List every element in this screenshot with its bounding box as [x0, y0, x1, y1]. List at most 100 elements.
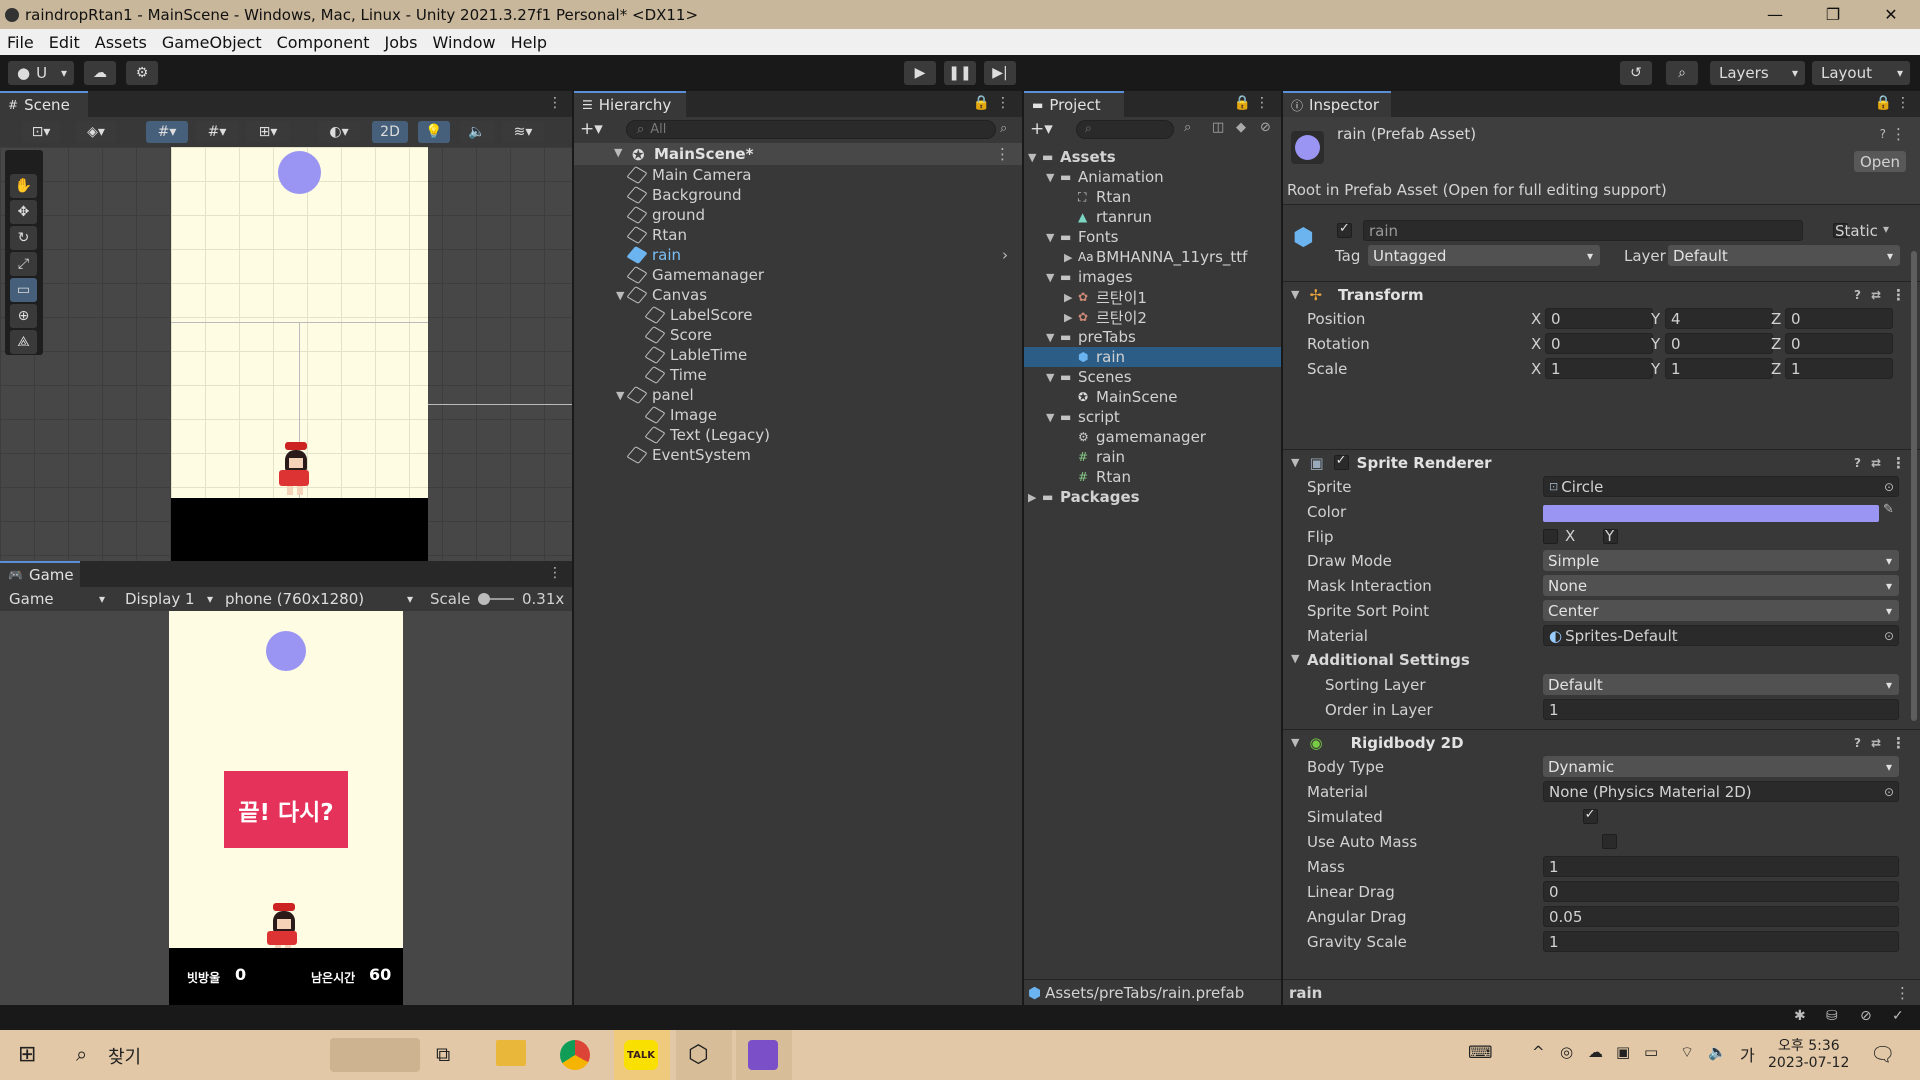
- project-item[interactable]: ▼ ▬ script: [1024, 407, 1281, 427]
- sprite-sort-point-dropdown[interactable]: Center: [1543, 600, 1899, 621]
- resolution-dropdown[interactable]: phone (760x1280): [216, 588, 420, 610]
- rain-sprite[interactable]: [278, 151, 321, 194]
- grid-icon[interactable]: #▾: [196, 121, 238, 143]
- sprite-renderer-enabled-checkbox[interactable]: [1333, 453, 1349, 470]
- restore-button[interactable]: ❐: [1804, 5, 1862, 24]
- search-icon[interactable]: ⌕: [76, 1042, 87, 1066]
- object-picker-icon[interactable]: ⊙: [1884, 480, 1894, 494]
- collapse-icon[interactable]: ▶: [1064, 311, 1078, 324]
- hierarchy-item[interactable]: Gamemanager: [574, 265, 1022, 285]
- help-icon[interactable]: ?: [1880, 127, 1886, 141]
- body-type-dropdown[interactable]: Dynamic: [1543, 756, 1899, 777]
- project-item[interactable]: ⚙ gamemanager: [1024, 427, 1281, 447]
- y-axis-label[interactable]: Y: [1651, 335, 1660, 353]
- hierarchy-item[interactable]: Background: [574, 185, 1022, 205]
- retry-button[interactable]: 끝! 다시?: [224, 771, 348, 848]
- expand-icon[interactable]: ▼: [1046, 371, 1060, 384]
- open-prefab-chevron-icon[interactable]: ›: [1002, 246, 1008, 264]
- help-icon[interactable]: ?: [1854, 456, 1861, 470]
- step-button[interactable]: ▶|: [984, 61, 1016, 85]
- project-item[interactable]: ▼ ▬ Assets: [1024, 147, 1281, 167]
- show-hidden-icons[interactable]: ^: [1532, 1043, 1545, 1061]
- lighting-icon[interactable]: 💡: [418, 121, 450, 143]
- search-filter-icon[interactable]: ⌕: [1184, 120, 1191, 135]
- layout-dropdown[interactable]: Layout: [1812, 61, 1910, 85]
- menu-window[interactable]: Window: [425, 33, 503, 52]
- eyedropper-icon[interactable]: ✎: [1883, 502, 1894, 517]
- hierarchy-item[interactable]: rain ›: [574, 245, 1022, 265]
- search-filter-icon[interactable]: ⌕: [1000, 121, 1007, 136]
- shading-icon[interactable]: ◐▾: [318, 121, 360, 143]
- task-view-icon[interactable]: ⧉: [436, 1042, 450, 1066]
- expand-icon[interactable]: ▼: [614, 146, 622, 159]
- add-icon[interactable]: +▾: [580, 119, 603, 139]
- clock-time[interactable]: 오후 5:36: [1778, 1035, 1840, 1055]
- collapse-icon[interactable]: ▶: [1064, 251, 1078, 264]
- scale-tool-icon[interactable]: ⤢: [10, 252, 37, 276]
- audio-icon[interactable]: 🔈: [460, 121, 494, 143]
- angular-drag-field[interactable]: 0.05: [1543, 906, 1899, 927]
- history-icon[interactable]: ↺: [1620, 61, 1652, 85]
- scale-x-field[interactable]: 1: [1545, 358, 1653, 379]
- color-swatch[interactable]: [1543, 505, 1879, 522]
- draw-mode-dropdown[interactable]: Simple: [1543, 550, 1899, 571]
- static-dropdown-icon[interactable]: ▾: [1883, 222, 1889, 236]
- notifications-icon[interactable]: 🗨: [1870, 1042, 1895, 1066]
- project-item[interactable]: ▶ Aa BMHANNA_11yrs_ttf: [1024, 247, 1281, 267]
- project-item[interactable]: ▼ ▬ Fonts: [1024, 227, 1281, 247]
- project-item[interactable]: ▶ ✿ 르탄이1: [1024, 287, 1281, 307]
- project-search-input[interactable]: ⌕: [1076, 120, 1174, 139]
- hierarchy-item[interactable]: LableTime: [574, 345, 1022, 365]
- search-icon[interactable]: ⌕: [1666, 61, 1698, 85]
- move-tool-icon[interactable]: ✥: [10, 200, 37, 224]
- hierarchy-item[interactable]: Time: [574, 365, 1022, 385]
- simulated-checkbox[interactable]: [1582, 807, 1598, 824]
- wifi-icon[interactable]: ⌔: [1680, 1043, 1694, 1062]
- expand-icon[interactable]: ▼: [1046, 411, 1060, 424]
- windows-start-icon[interactable]: ⊞: [18, 1042, 36, 1067]
- linear-drag-field[interactable]: 0: [1543, 881, 1899, 902]
- hierarchy-menu-icon[interactable]: ⋮: [996, 95, 1010, 111]
- effects-icon[interactable]: ≋▾: [502, 121, 544, 143]
- keyboard-icon[interactable]: ⌨: [1468, 1043, 1493, 1063]
- help-icon[interactable]: ?: [1854, 288, 1861, 302]
- hand-tool-icon[interactable]: ✋: [10, 174, 37, 198]
- x-axis-label[interactable]: X: [1531, 360, 1541, 378]
- menu-component[interactable]: Component: [270, 33, 378, 52]
- mass-field[interactable]: 1: [1543, 856, 1899, 877]
- project-item[interactable]: ▲ rtanrun: [1024, 207, 1281, 227]
- snap-increment-icon[interactable]: ⊞▾: [246, 121, 290, 143]
- onedrive-icon[interactable]: ☁: [1588, 1043, 1603, 1061]
- hierarchy-item[interactable]: ground: [574, 205, 1022, 225]
- expand-icon[interactable]: ▼: [1291, 456, 1299, 469]
- project-item[interactable]: # Rtan: [1024, 467, 1281, 487]
- network-icon[interactable]: ⊘: [1860, 1008, 1872, 1024]
- expand-icon[interactable]: ▼: [1046, 271, 1060, 284]
- project-item[interactable]: ✪ MainScene: [1024, 387, 1281, 407]
- expand-icon[interactable]: ▼: [1291, 652, 1299, 665]
- file-explorer-icon[interactable]: [496, 1040, 526, 1066]
- game-mode-dropdown[interactable]: Game: [0, 588, 112, 610]
- flip-x-checkbox[interactable]: [1543, 529, 1558, 544]
- z-axis-label[interactable]: Z: [1771, 335, 1781, 353]
- additional-settings-foldout[interactable]: Additional Settings: [1307, 651, 1470, 669]
- y-axis-label[interactable]: Y: [1651, 360, 1660, 378]
- project-item[interactable]: ▼ ▬ images: [1024, 267, 1281, 287]
- rect-tool-icon[interactable]: ▭: [10, 278, 37, 302]
- rotation-x-field[interactable]: 0: [1545, 333, 1653, 354]
- clock-date[interactable]: 2023-07-12: [1768, 1055, 1849, 1071]
- hierarchy-item[interactable]: Main Camera: [574, 165, 1022, 185]
- hierarchy-item[interactable]: LabelScore: [574, 305, 1022, 325]
- x-axis-label[interactable]: X: [1531, 310, 1541, 328]
- physics-material-field[interactable]: None (Physics Material 2D) ⊙: [1543, 781, 1899, 802]
- play-button[interactable]: ▶: [904, 61, 936, 85]
- expand-icon[interactable]: ▼: [1291, 288, 1299, 301]
- rotation-z-field[interactable]: 0: [1785, 333, 1893, 354]
- cache-icon[interactable]: ⛁: [1826, 1008, 1838, 1024]
- lock-icon[interactable]: 🔒: [1875, 95, 1892, 111]
- expand-icon[interactable]: ▼: [1046, 171, 1060, 184]
- account-dropdown[interactable]: ● U: [8, 61, 74, 85]
- expand-icon[interactable]: ▼: [1046, 331, 1060, 344]
- preset-icon[interactable]: ⇄: [1871, 736, 1881, 750]
- lock-icon[interactable]: 🔒: [1234, 95, 1251, 111]
